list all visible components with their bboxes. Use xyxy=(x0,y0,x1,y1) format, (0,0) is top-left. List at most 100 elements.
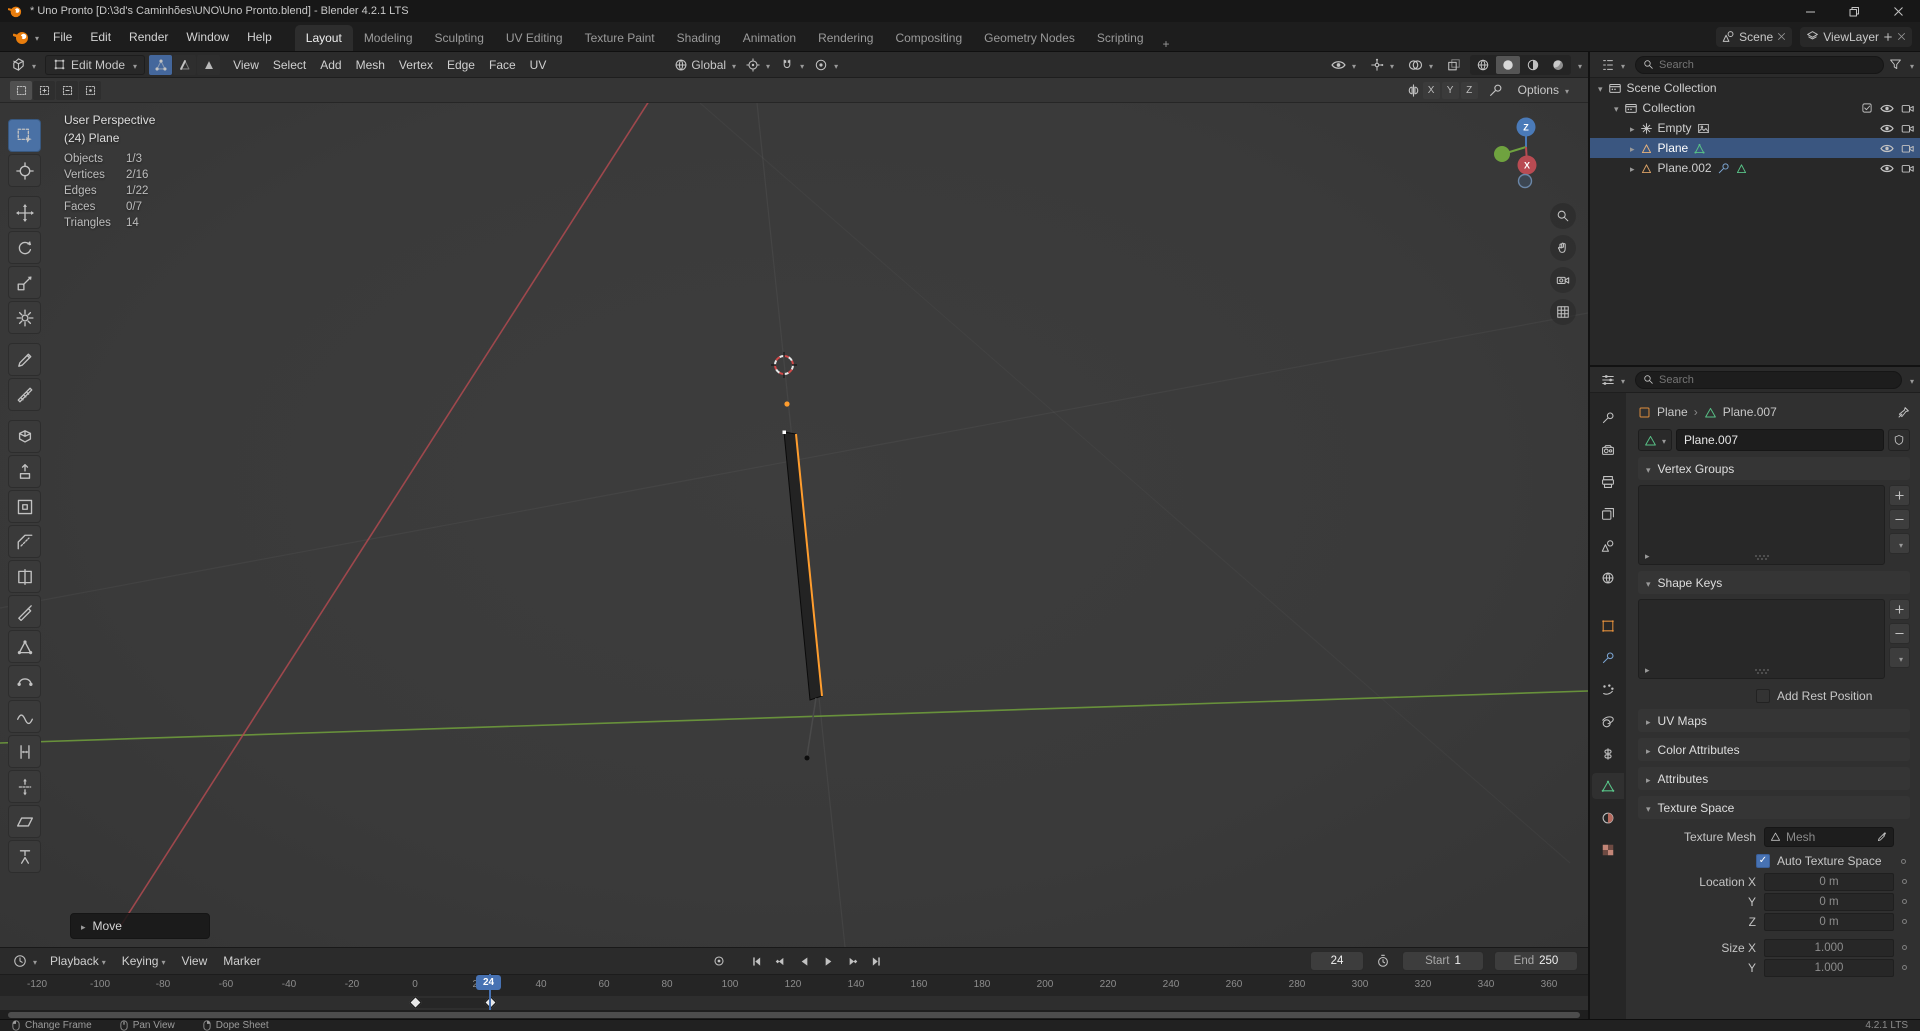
tool-knife[interactable] xyxy=(8,595,41,628)
frame-end-field[interactable]: End 250 xyxy=(1494,951,1578,971)
overlays-dropdown[interactable] xyxy=(1403,55,1438,75)
tool-poly-build[interactable] xyxy=(8,630,41,663)
tool-add-cube[interactable] xyxy=(8,420,41,453)
unlink-icon[interactable] xyxy=(1777,32,1786,41)
shape-keys-list[interactable] xyxy=(1638,599,1885,679)
properties-tab-world[interactable] xyxy=(1592,565,1624,591)
animate-dot-icon[interactable] xyxy=(1901,858,1906,864)
fake-user-button[interactable] xyxy=(1888,429,1910,451)
breadcrumb-object[interactable]: Plane xyxy=(1657,405,1688,419)
mirror-z-toggle[interactable]: Z xyxy=(1460,81,1478,99)
remove-shape-key-button[interactable] xyxy=(1889,623,1910,644)
select-set-button[interactable] xyxy=(10,80,32,100)
face-select-button[interactable] xyxy=(197,54,221,75)
timeline-editor-type-button[interactable] xyxy=(8,951,42,971)
workspace-tab-scripting[interactable]: Scripting xyxy=(1086,25,1155,51)
outliner-row-empty[interactable]: Empty xyxy=(1590,118,1920,138)
list-filter-icon[interactable] xyxy=(1645,662,1650,676)
list-filter-icon[interactable] xyxy=(1645,548,1650,562)
pivot-point-dropdown[interactable] xyxy=(741,55,775,75)
disclosure-icon[interactable] xyxy=(1614,101,1619,115)
list-resize-grip[interactable] xyxy=(1754,554,1770,561)
menu-vertex[interactable]: Vertex xyxy=(392,58,440,72)
exclude-checkbox-icon[interactable] xyxy=(1861,102,1873,114)
disable-render-camera-icon[interactable] xyxy=(1901,122,1914,134)
location-z-field[interactable]: 0 m xyxy=(1764,912,1894,931)
workspace-tab-rendering[interactable]: Rendering xyxy=(807,25,884,51)
menu-keying[interactable]: Keying xyxy=(114,954,174,968)
menu-view[interactable]: View xyxy=(226,58,266,72)
tool-settings-icon[interactable] xyxy=(1488,83,1503,98)
restore-button[interactable] xyxy=(1832,0,1876,22)
next-keyframe-button[interactable] xyxy=(841,950,863,972)
pan-button[interactable] xyxy=(1550,235,1576,261)
properties-tab-texture[interactable] xyxy=(1592,837,1624,863)
auto-keying-button[interactable] xyxy=(708,950,730,972)
hide-viewport-eye-icon[interactable] xyxy=(1880,123,1894,134)
properties-tab-particles[interactable] xyxy=(1592,677,1624,703)
animate-dot-icon[interactable] xyxy=(1902,945,1907,950)
tool-extrude-region[interactable] xyxy=(8,455,41,488)
workspace-tab-uv-editing[interactable]: UV Editing xyxy=(495,25,574,51)
panel-vertex-groups[interactable]: Vertex Groups xyxy=(1638,457,1910,480)
object-type-visibility-dropdown[interactable] xyxy=(1326,55,1361,75)
minimize-button[interactable] xyxy=(1788,0,1832,22)
properties-tab-physics[interactable] xyxy=(1592,709,1624,735)
properties-search[interactable] xyxy=(1635,370,1902,389)
add-shape-key-button[interactable] xyxy=(1889,599,1910,620)
size-x-field[interactable]: 1.000 xyxy=(1764,938,1894,957)
timeline-ruler[interactable]: -120 -100 -80 -60 -40 -20 0 20 40 60 80 … xyxy=(0,974,1588,996)
outliner-row-collection[interactable]: Collection xyxy=(1590,98,1920,118)
chevron-down-icon[interactable] xyxy=(1907,373,1914,387)
menu-help[interactable]: Help xyxy=(238,22,281,51)
outliner-search[interactable] xyxy=(1635,55,1884,74)
outliner-row-plane-002[interactable]: Plane.002 xyxy=(1590,158,1920,178)
tool-bevel[interactable] xyxy=(8,525,41,558)
tool-rotate[interactable] xyxy=(8,231,41,264)
texture-mesh-field[interactable]: Mesh xyxy=(1764,826,1894,847)
add-workspace-button[interactable]: + xyxy=(1155,37,1178,51)
scrollbar-handle[interactable] xyxy=(8,1012,1580,1018)
tool-smooth[interactable] xyxy=(8,700,41,733)
outliner-row-scene-collection[interactable]: Scene Collection xyxy=(1590,78,1920,98)
close-button[interactable] xyxy=(1876,0,1920,22)
properties-search-input[interactable] xyxy=(1659,373,1894,386)
shading-dropdown[interactable] xyxy=(1575,58,1582,72)
add-view-layer-icon[interactable] xyxy=(1883,32,1893,42)
properties-tab-scene[interactable] xyxy=(1592,533,1624,559)
shape-key-specials-button[interactable] xyxy=(1889,647,1910,668)
scene-selector[interactable]: Scene xyxy=(1716,26,1793,47)
animate-dot-icon[interactable] xyxy=(1902,965,1907,970)
location-y-field[interactable]: 0 m xyxy=(1764,892,1894,911)
menu-view[interactable]: View xyxy=(173,954,215,968)
app-menu-button[interactable] xyxy=(8,27,44,47)
list-resize-grip[interactable] xyxy=(1754,668,1770,675)
animate-dot-icon[interactable] xyxy=(1902,879,1907,884)
eyedropper-icon[interactable] xyxy=(1877,831,1888,842)
properties-tab-modifiers[interactable] xyxy=(1592,645,1624,671)
play-reverse-button[interactable] xyxy=(793,950,815,972)
workspace-tab-shading[interactable]: Shading xyxy=(666,25,732,51)
workspace-tab-modeling[interactable]: Modeling xyxy=(353,25,424,51)
select-extend-button[interactable] xyxy=(33,80,55,100)
workspace-tab-texture-paint[interactable]: Texture Paint xyxy=(574,25,666,51)
properties-tab-view-layer[interactable] xyxy=(1592,501,1624,527)
mirror-x-toggle[interactable]: X xyxy=(1422,81,1440,99)
current-frame-field[interactable]: 24 xyxy=(1310,951,1364,971)
vertex-groups-list[interactable] xyxy=(1638,485,1885,565)
disable-render-camera-icon[interactable] xyxy=(1901,162,1914,174)
vertex-group-specials-button[interactable] xyxy=(1889,533,1910,554)
hide-viewport-eye-icon[interactable] xyxy=(1880,143,1894,154)
animate-dot-icon[interactable] xyxy=(1902,899,1907,904)
disclosure-icon[interactable] xyxy=(1598,81,1603,95)
menu-select[interactable]: Select xyxy=(266,58,313,72)
disclosure-icon[interactable] xyxy=(1630,141,1635,155)
tool-transform[interactable] xyxy=(8,301,41,334)
properties-tab-data[interactable] xyxy=(1592,773,1624,799)
tool-inset-faces[interactable] xyxy=(8,490,41,523)
breadcrumb-data[interactable]: Plane.007 xyxy=(1723,405,1777,419)
workspace-tab-sculpting[interactable]: Sculpting xyxy=(424,25,495,51)
toggle-ortho-button[interactable] xyxy=(1550,299,1576,325)
material-shading-button[interactable] xyxy=(1521,56,1545,74)
mode-dropdown[interactable]: Edit Mode xyxy=(45,54,146,75)
